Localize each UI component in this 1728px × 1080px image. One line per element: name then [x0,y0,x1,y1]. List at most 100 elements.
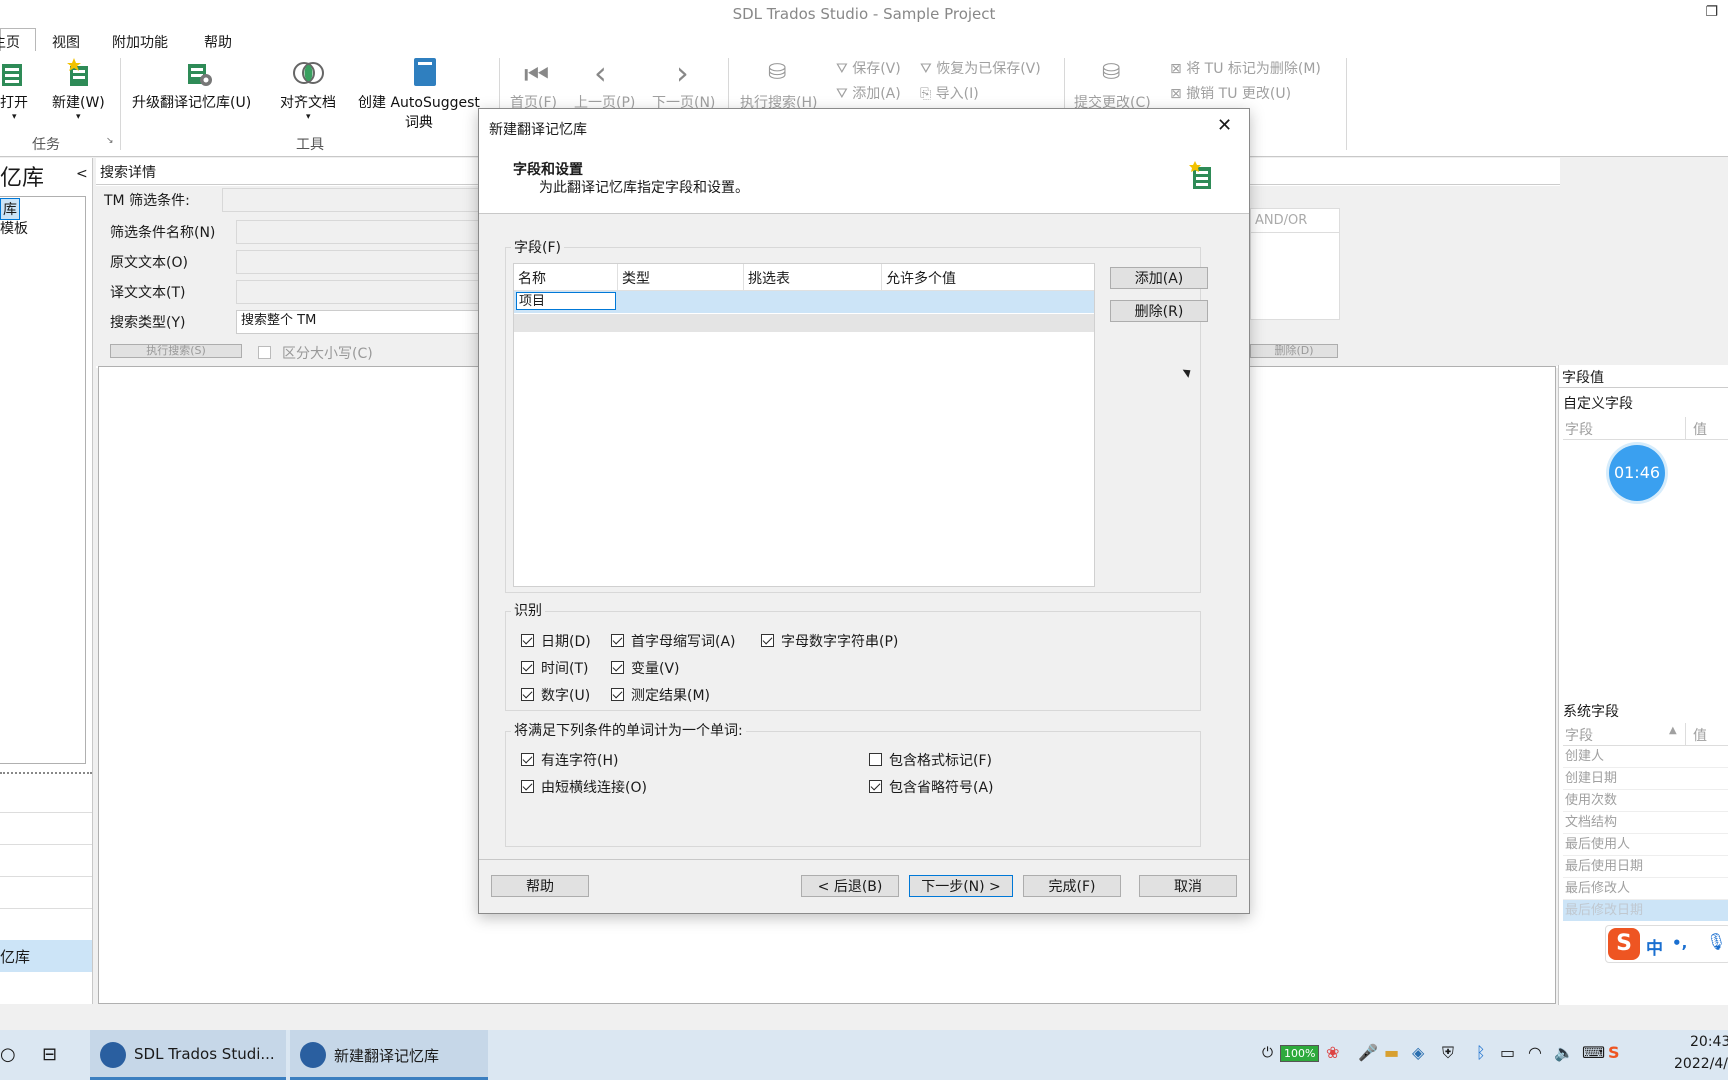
time-checkbox[interactable] [521,661,534,674]
system-field-row-selected[interactable]: 最后修改日期 [1563,900,1728,921]
field-name-input[interactable]: 项目 [516,292,616,310]
source-text-input[interactable] [236,250,484,274]
tree-item-template[interactable]: 模板 [0,218,28,238]
shield-icon[interactable]: ⛨ [1442,1043,1454,1063]
field-row-new[interactable] [514,314,1094,332]
acronym-label: 首字母缩写词(A) [631,634,736,650]
variable-checkbox[interactable] [611,661,624,674]
nav-item-translation-memories[interactable]: 亿库 [0,940,92,972]
number-checkbox[interactable] [521,688,534,701]
dash-connected-checkbox[interactable] [521,780,534,793]
system-field-row[interactable]: 最后使用日期 [1563,856,1728,878]
group-launcher-icon[interactable]: ↘ [106,136,114,146]
microphone-tray-icon[interactable]: 🎤 [1358,1043,1378,1062]
restore-filter-button[interactable]: ⛛ 恢复为已保存(V) [920,58,1041,78]
column-multiple-values[interactable]: 允许多个值 [886,268,956,288]
sort-ascending-icon[interactable]: ▲ [1669,725,1677,736]
network-tray-icon[interactable]: ◈ [1412,1043,1424,1062]
ribbon-separator [120,58,121,150]
search-type-select[interactable]: 搜索整个 TM [236,310,488,334]
bluetooth-icon[interactable]: ᛒ [1476,1043,1486,1062]
alphanumeric-checkbox[interactable] [761,634,774,647]
column-type[interactable]: 类型 [622,268,650,288]
menu-help[interactable]: 帮助 [204,30,232,54]
battery-icon[interactable]: ▭ [1500,1043,1515,1062]
filter-icon: ⛛ [836,61,853,77]
menu-view[interactable]: 视图 [52,30,80,54]
close-icon[interactable]: ✕ [1217,115,1232,136]
clock-date[interactable]: 2022/4/ [1674,1056,1728,1072]
delete-field-button[interactable]: 删除(R) [1110,300,1208,322]
battery-indicator[interactable]: 100% [1280,1045,1320,1062]
date-checkbox[interactable] [521,634,534,647]
new-button[interactable]: 新建(W) [52,92,105,112]
system-field-row[interactable]: 最后使用人 [1563,834,1728,856]
target-text-input[interactable] [236,280,484,304]
filter-name-input[interactable] [236,220,484,244]
column-picklist[interactable]: 挑选表 [748,268,790,288]
collapse-panel-button[interactable]: < [76,166,88,182]
filter-icon: ⛛ [836,86,853,102]
input-method-icon[interactable]: ⌨ [1582,1043,1605,1062]
add-filter-label: 添加(A) [852,86,901,102]
power-icon[interactable]: ⏻ [1262,1045,1273,1061]
column-name[interactable]: 名称 [518,268,546,288]
align-documents-button[interactable]: 对齐文档 [280,92,336,112]
mark-tu-delete-button[interactable]: ⊠ 将 TU 标记为删除(M) [1170,58,1321,78]
ime-punctuation[interactable]: •, [1672,934,1687,952]
clock-time[interactable]: 20:43 [1690,1034,1728,1050]
task-view-icon[interactable]: ⊟ [42,1044,57,1065]
measurement-checkbox[interactable] [611,688,624,701]
taskbar-app-new-tm[interactable]: 新建翻译记忆库 [290,1030,488,1080]
fields-grid[interactable]: 名称 类型 挑选表 允许多个值 项目 [513,263,1095,587]
tm-filter-label: TM 筛选条件: [104,193,190,209]
back-button[interactable]: < 后退(B) [801,875,899,897]
acronym-checkbox[interactable] [611,634,624,647]
splitter[interactable] [0,772,92,775]
menu-addons[interactable]: 附加功能 [112,30,168,54]
app-tray-icon[interactable]: ❀ [1326,1043,1339,1062]
tools-group-label: 工具 [296,137,324,153]
apostrophe-checkbox[interactable] [869,780,882,793]
sogou-tray-icon[interactable]: S [1608,1043,1620,1062]
create-autosuggest-button[interactable]: 创建 AutoSuggest 词典 [358,92,480,132]
upgrade-tm-button[interactable]: 升级翻译记忆库(U) [132,92,251,112]
case-sensitive-checkbox[interactable] [258,346,271,359]
cancel-button[interactable]: 取消 [1139,875,1237,897]
open-button[interactable]: 打开 [0,92,28,112]
system-field-row[interactable]: 文档结构 [1563,812,1728,834]
system-field-row[interactable]: 最后修改人 [1563,878,1728,900]
add-field-button[interactable]: 添加(A) [1110,267,1208,289]
restore-button[interactable]: ❐ [1705,4,1718,20]
delete-condition-button[interactable]: 删除(D) [1250,344,1338,358]
save-filter-button[interactable]: ⛛ 保存(V) [836,58,901,78]
wifi-icon[interactable]: ◠ [1528,1043,1542,1062]
tm-filter-select[interactable] [222,188,484,212]
tree-item-tm[interactable]: 库 [0,198,20,220]
system-field-row[interactable]: 使用次数 [1563,790,1728,812]
microphone-icon[interactable]: 🎙 [1706,932,1726,951]
recording-timer[interactable]: 01:46 [1609,445,1665,501]
add-filter-button[interactable]: ⛛ 添加(A) [836,83,901,103]
undo-tu-changes-button[interactable]: ⊠ 撤销 TU 更改(U) [1170,83,1291,103]
format-tags-checkbox[interactable] [869,753,882,766]
system-field-row[interactable]: 创建日期 [1563,768,1728,790]
new-dropdown-icon[interactable]: ▾ [76,112,81,122]
execute-search-action[interactable]: 执行搜索(S) [110,344,242,358]
taskbar-app-trados[interactable]: SDL Trados Studi... [90,1030,286,1080]
align-dropdown-icon[interactable]: ▾ [306,112,311,122]
next-button[interactable]: 下一步(N) > [909,875,1013,897]
help-button[interactable]: 帮助 [491,875,589,897]
import-filter-button[interactable]: ⎘ 导入(I) [920,83,979,103]
ime-language[interactable]: 中 [1646,934,1663,959]
ime-toolbar[interactable]: S 中 •, 🎙 [1605,925,1728,963]
system-field-row[interactable]: 创建人 [1563,746,1728,768]
field-row-selected[interactable]: 项目 [514,291,1094,313]
search-icon[interactable]: ○ [0,1044,16,1065]
volume-icon[interactable]: 🔈 [1554,1043,1574,1062]
open-dropdown-icon[interactable]: ▾ [12,112,17,122]
folder-tray-icon[interactable]: ▬ [1384,1043,1399,1062]
menu-home[interactable]: 主页 [0,30,20,54]
hyphenated-checkbox[interactable] [521,753,534,766]
finish-button[interactable]: 完成(F) [1023,875,1121,897]
